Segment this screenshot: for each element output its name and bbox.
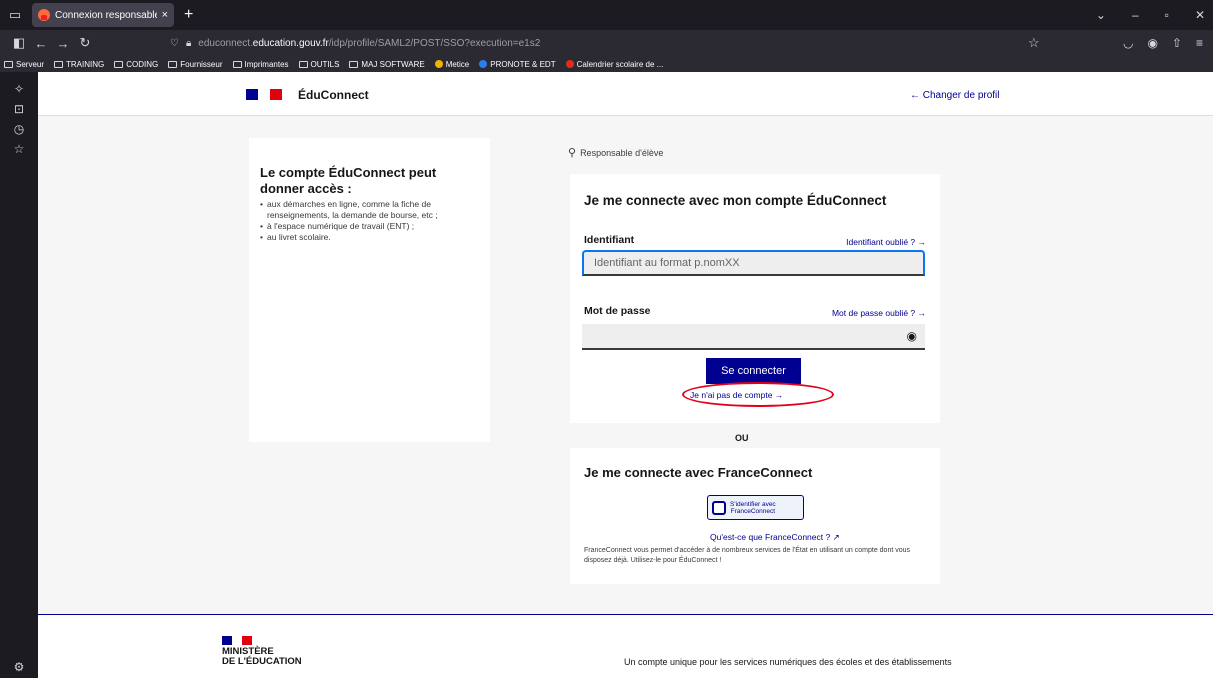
identifier-input[interactable]: Identifiant au format p.nomXX (582, 250, 925, 276)
folder-icon (114, 60, 124, 68)
marianne-logo-icon (246, 89, 282, 100)
folder-icon (232, 60, 242, 68)
synced-tabs-icon[interactable]: ⊡ (0, 102, 38, 116)
folder-icon (168, 60, 178, 68)
lock-icon[interactable]: 🔒︎ (186, 38, 191, 49)
login-card: Je me connecte avec mon compte ÉduConnec… (570, 174, 940, 423)
ministry-name: MINISTÈRE DE L'ÉDUCATION (222, 646, 302, 667)
bookmark-item[interactable]: CODING (114, 60, 158, 69)
folder-icon (349, 60, 359, 68)
info-title: Le compte ÉduConnect peut donner accès : (260, 165, 437, 196)
bookmark-item[interactable]: OUTILS (298, 60, 339, 69)
identifier-forgot-link[interactable]: Identifiant oublié ? → (846, 237, 926, 247)
close-window-icon[interactable]: ✕ (1195, 8, 1205, 22)
login-title: Je me connecte avec mon compte ÉduConnec… (584, 193, 887, 208)
new-tab-button[interactable]: + (184, 6, 193, 24)
folder-icon (54, 60, 64, 68)
site-footer: MINISTÈRE DE L'ÉDUCATION Un compte unique… (38, 614, 1213, 678)
login-button[interactable]: Se connecter (706, 358, 801, 384)
role-indicator: ⚲ Responsable d'élève (568, 146, 663, 159)
tab-title: Connexion responsable - ÉduCo (55, 9, 157, 21)
reload-icon[interactable]: ↻ (74, 35, 96, 51)
password-input[interactable]: ◉ (582, 324, 925, 350)
toolbar-right: ◡ ◉ ⇧ ≡ (1123, 30, 1203, 56)
folder-icon (4, 60, 13, 68)
role-label: Responsable d'élève (580, 147, 664, 158)
maximize-icon[interactable]: ▫ (1165, 8, 1169, 22)
tab-overview-icon[interactable]: ▭ (0, 0, 30, 30)
password-forgot-link[interactable]: Mot de passe oublié ? → (832, 308, 926, 318)
bookmarks-bar: Serveur TRAINING CODING Fournisseur Impr… (0, 56, 1213, 72)
calendar-icon (565, 60, 574, 68)
franceconnect-title: Je me connecte avec FranceConnect (584, 465, 813, 480)
bookmark-item[interactable]: TRAINING (54, 60, 104, 69)
back-icon[interactable]: ← (30, 36, 52, 51)
menu-icon[interactable]: ≡ (1196, 36, 1203, 50)
site-header: ÉduConnect ← Changer de profil (38, 72, 1213, 116)
browser-sidebar: ✧ ⊡ ◷ ☆ ⚙ (0, 72, 38, 678)
settings-gear-icon[interactable]: ⚙ (0, 660, 38, 674)
window-controls: ⌄ – ▫ ✕ (1096, 0, 1205, 30)
tracking-shield-icon[interactable]: ♡ (170, 38, 179, 49)
identifier-label: Identifiant (584, 234, 635, 246)
account-icon[interactable]: ◉ (1147, 36, 1157, 50)
franceconnect-description: FranceConnect vous permet d'accéder à de… (584, 547, 911, 564)
ministry-flag-icon (222, 636, 252, 645)
pocket-icon[interactable]: ◡ (1123, 36, 1133, 50)
site-brand[interactable]: ÉduConnect (298, 88, 369, 102)
pronote-icon (479, 60, 488, 68)
history-icon[interactable]: ◷ (0, 122, 38, 136)
list-item: aux démarches en ligne, comme la fiche d… (260, 199, 470, 221)
bookmark-item[interactable]: Metice (434, 60, 469, 69)
tab-close-icon[interactable]: × (162, 9, 168, 21)
show-password-eye-icon[interactable]: ◉ (907, 329, 917, 343)
web-page: ÉduConnect ← Changer de profil Le compte… (38, 72, 1213, 678)
list-tabs-icon[interactable]: ⌄ (1096, 8, 1106, 22)
bookmark-item[interactable]: Imprimantes (232, 60, 289, 69)
franceconnect-card: Je me connecte avec FranceConnect S'iden… (570, 448, 940, 584)
url-text[interactable]: educonnect.education.gouv.fr/idp/profile… (198, 38, 540, 49)
bookmark-star-icon[interactable]: ☆ (1028, 35, 1040, 51)
address-bar[interactable]: ♡ 🔒︎ educonnect.education.gouv.fr/idp/pr… (170, 33, 1040, 53)
or-separator: OU (735, 433, 749, 443)
bookmark-item[interactable]: Calendrier scolaire de ... (565, 60, 663, 69)
bookmarks-icon[interactable]: ☆ (0, 142, 38, 156)
franceconnect-button[interactable]: S'identifier avec FranceConnect (707, 495, 804, 520)
browser-tab-bar: ▭ Connexion responsable - ÉduCo × + ⌄ – … (0, 0, 1213, 30)
minimize-icon[interactable]: – (1132, 8, 1139, 22)
list-item: à l'espace numérique de travail (ENT) ; (260, 221, 470, 232)
browser-nav-bar: ◧ ← → ↻ ♡ 🔒︎ educonnect.education.gouv.f… (0, 30, 1213, 56)
educonnect-favicon-icon (38, 9, 50, 21)
bookmark-item[interactable]: Serveur (4, 60, 44, 69)
info-list: aux démarches en ligne, comme la fiche d… (260, 199, 470, 243)
bookmark-item[interactable]: Fournisseur (168, 60, 223, 69)
browser-tab[interactable]: Connexion responsable - ÉduCo × (32, 3, 174, 27)
franceconnect-button-label: S'identifier avec FranceConnect (730, 500, 776, 515)
sidebar-toggle-icon[interactable]: ◧ (8, 35, 30, 51)
parent-user-icon: ⚲ (568, 147, 577, 159)
list-item: au livret scolaire. (260, 232, 470, 243)
what-is-franceconnect-link[interactable]: Qu'est-ce que FranceConnect ? ↗ (710, 532, 840, 543)
footer-tagline: Un compte unique pour les services numér… (624, 657, 952, 667)
ai-chatbot-icon[interactable]: ✧ (0, 82, 38, 96)
franceconnect-logo-icon (712, 500, 726, 515)
password-label: Mot de passe (584, 305, 651, 317)
no-account-link[interactable]: Je n'ai pas de compte → (690, 390, 783, 400)
folder-icon (298, 60, 308, 68)
bookmark-item[interactable]: PRONOTE & EDT (479, 60, 556, 69)
change-profile-link[interactable]: ← Changer de profil (910, 90, 1000, 101)
forward-icon[interactable]: → (52, 36, 74, 51)
info-card: Le compte ÉduConnect peut donner accès :… (249, 138, 490, 442)
identifier-placeholder: Identifiant au format p.nomXX (594, 257, 740, 269)
metice-icon (434, 60, 443, 68)
extensions-icon[interactable]: ⇧ (1172, 36, 1182, 50)
bookmark-item[interactable]: MAJ SOFTWARE (349, 60, 425, 69)
